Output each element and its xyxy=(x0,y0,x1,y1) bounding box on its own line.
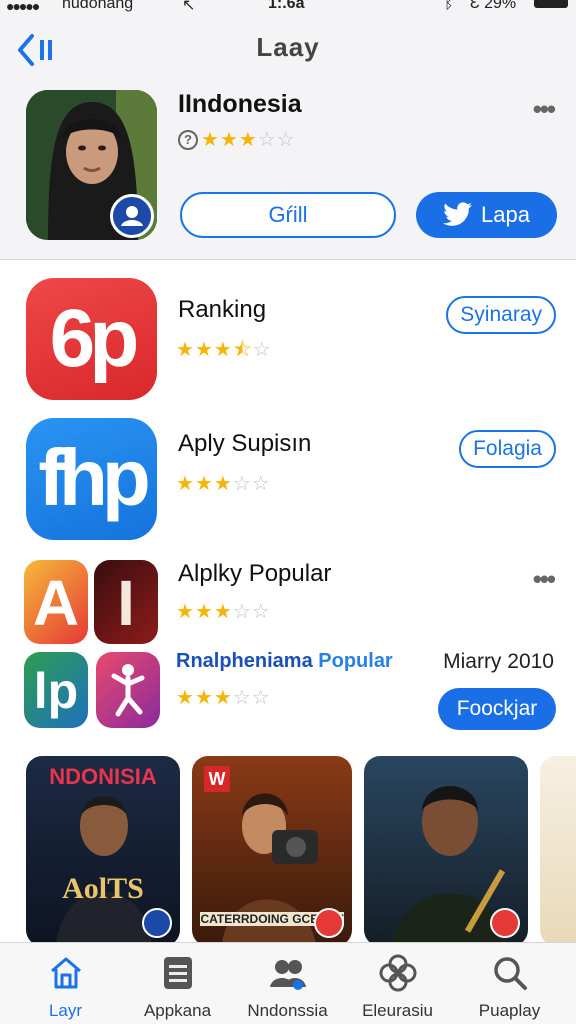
star-filled-icon: ★ xyxy=(176,601,194,623)
star-empty-icon: ☆ xyxy=(276,129,295,151)
star-filled-icon: ★ xyxy=(213,339,232,361)
twitter-share-button[interactable]: Lapa xyxy=(416,192,557,238)
featured-rating: ? ★ ★ ★ ☆ ☆ xyxy=(178,128,295,152)
star-empty-icon: ☆ xyxy=(251,601,270,623)
star-empty-icon: ☆ xyxy=(232,601,251,623)
user-badge-icon xyxy=(110,194,154,238)
star-filled-icon: ★ xyxy=(194,473,213,495)
star-empty-icon: ☆ xyxy=(252,339,271,361)
star-rating: ★ ★ ★ ☆ ☆ xyxy=(201,130,295,150)
card-badge-icon xyxy=(490,908,520,938)
app-subtitle: Rnalpheniama Popular xyxy=(176,650,393,673)
signal-icon: ●●●●● xyxy=(6,0,40,14)
navigation-bar: Laay xyxy=(0,18,576,82)
carousel-card[interactable] xyxy=(540,756,576,946)
icon-tile-i: I xyxy=(94,560,158,644)
star-filled-icon: ★ xyxy=(176,473,194,495)
icon-tile-text: lp xyxy=(33,663,79,719)
app-icon-grid-ai[interactable]: A I lp xyxy=(24,560,160,730)
app-title-alplky[interactable]: Alplky Popular xyxy=(178,560,331,588)
icon-tile-a: A xyxy=(24,560,88,644)
featured-app-title: IIndonesia xyxy=(178,90,302,118)
bluetooth-icon: ᛒ xyxy=(444,0,454,12)
app-action-button[interactable]: Folagia xyxy=(459,430,556,468)
clock: 1:.6a xyxy=(268,0,305,12)
app-action-button[interactable]: Foockjar xyxy=(438,688,556,730)
twitter-bird-icon xyxy=(443,202,473,226)
carousel-card[interactable] xyxy=(364,756,528,946)
app-title-aply[interactable]: Aply Supisın xyxy=(178,430,311,458)
star-filled-icon: ★ xyxy=(194,687,213,709)
star-filled-icon: ★ xyxy=(194,601,213,623)
icon-tile-text: A xyxy=(32,567,80,639)
star-empty-icon: ☆ xyxy=(257,129,276,151)
more-options-button[interactable]: ••• xyxy=(533,566,556,592)
tab-label: Nndonssia xyxy=(247,1001,328,1020)
app-icon-text: fhp xyxy=(38,433,150,522)
page-title: Laay xyxy=(256,32,320,62)
tab-explore[interactable]: Eleurasiu xyxy=(340,943,455,1024)
tab-people[interactable]: Nndonssia xyxy=(230,943,345,1024)
get-button[interactable]: Gŕill xyxy=(180,192,396,238)
battery-icon xyxy=(534,0,568,8)
battery-percent: Ɛ 29% xyxy=(470,0,517,12)
location-icon: ↖ xyxy=(182,0,196,14)
star-empty-icon: ☆ xyxy=(251,687,270,709)
star-empty-icon: ☆ xyxy=(232,687,251,709)
star-filled-icon: ★ xyxy=(213,687,232,709)
tab-bar: Layr Appkana Nndonssia Eleurasiu Puaplay xyxy=(0,942,576,1024)
star-filled-icon: ★ xyxy=(213,601,232,623)
app-icon-6p[interactable]: 6p xyxy=(26,278,157,400)
app-icon-text: 6p xyxy=(49,293,140,384)
app-icon-fhp[interactable]: fhp xyxy=(26,418,157,540)
tab-label: Appkana xyxy=(143,1001,212,1020)
more-options-button[interactable]: ••• xyxy=(533,96,556,122)
star-empty-icon: ☆ xyxy=(251,473,270,495)
dancer-icon xyxy=(111,664,145,717)
subtitle-part-b: Popular xyxy=(318,650,393,672)
app-action-button[interactable]: Syinaray xyxy=(446,296,556,334)
star-filled-icon: ★ xyxy=(176,339,194,361)
star-filled-icon: ★ xyxy=(201,129,219,151)
app-title-ranking[interactable]: Ranking xyxy=(178,296,266,324)
flower-icon xyxy=(379,954,416,992)
card-badge-icon xyxy=(142,908,172,938)
star-filled-icon: ★ xyxy=(194,339,213,361)
apps-icon xyxy=(163,957,192,989)
icon-tile-lp: lp xyxy=(24,652,88,728)
star-filled-icon: ★ xyxy=(176,687,194,709)
status-bar: ●●●●● nudonang ↖ 1:.6a ᛒ Ɛ 29% xyxy=(0,0,576,18)
featured-app-header: IIndonesia ? ★ ★ ★ ☆ ☆ ••• Gŕill Lapa xyxy=(0,82,576,260)
star-empty-icon: ☆ xyxy=(232,473,251,495)
carousel-card[interactable]: NDONISIA AolTS xyxy=(26,756,180,946)
twitter-share-label: Lapa xyxy=(481,202,530,227)
card-subtitle: AolTS xyxy=(62,872,144,905)
star-half-icon: ⯪ xyxy=(232,339,252,361)
tab-label: Eleurasiu xyxy=(362,1001,433,1020)
help-icon: ? xyxy=(178,130,198,150)
star-filled-icon: ★ xyxy=(213,473,232,495)
icon-tile-text: I xyxy=(117,567,135,639)
star-filled-icon: ★ xyxy=(238,129,257,151)
search-icon xyxy=(493,957,527,990)
tab-search[interactable]: Puaplay xyxy=(452,943,567,1024)
star-filled-icon: ★ xyxy=(219,129,238,151)
tab-label: Puaplay xyxy=(478,1001,541,1020)
tab-apps[interactable]: Appkana xyxy=(120,943,235,1024)
card-badge-icon xyxy=(314,908,344,938)
release-date: Miarry 2010 xyxy=(443,650,554,673)
carrier-name: nudonang xyxy=(62,0,134,12)
subtitle-part-a: Rnalpheniama xyxy=(176,650,313,672)
people-icon xyxy=(269,960,306,990)
star-rating: ★ ★ ★ ☆ ☆ xyxy=(176,474,270,494)
tab-home[interactable]: Layr xyxy=(8,943,123,1024)
star-rating: ★ ★ ★ ☆ ☆ xyxy=(176,688,270,708)
icon-tile-dancer xyxy=(96,652,160,728)
home-icon xyxy=(50,957,81,989)
tab-label: Layr xyxy=(48,1001,83,1020)
carousel-card[interactable]: W CATERRDOING GCENOT xyxy=(192,756,352,946)
star-rating: ★ ★ ★ ☆ ☆ xyxy=(176,602,270,622)
star-rating: ★ ★ ★ ⯪ ☆ xyxy=(176,340,271,360)
